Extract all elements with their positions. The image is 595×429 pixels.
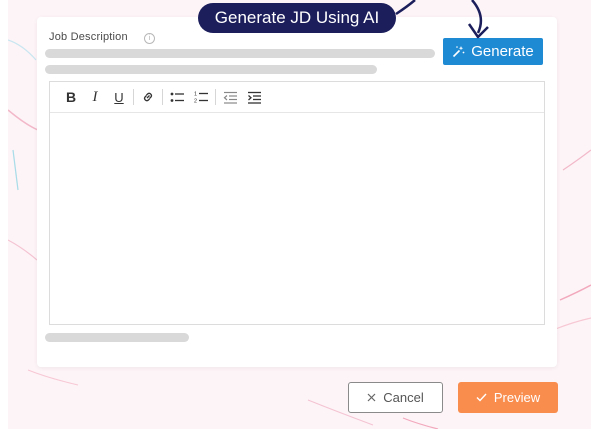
check-icon: [476, 390, 487, 405]
editor-toolbar: B I U 1 2: [50, 82, 544, 113]
info-icon: i: [144, 33, 155, 44]
cancel-button-label: Cancel: [383, 390, 424, 405]
loading-placeholder: [45, 333, 189, 342]
toolbar-divider: [215, 89, 216, 105]
generate-button-label: Generate: [471, 43, 534, 60]
rich-text-editor: B I U 1 2: [49, 81, 545, 325]
toolbar-divider: [162, 89, 163, 105]
bullet-list-icon: [170, 91, 185, 104]
svg-text:2: 2: [194, 99, 197, 105]
toolbar-divider: [133, 89, 134, 105]
link-button[interactable]: [136, 86, 160, 108]
bold-button[interactable]: B: [59, 86, 83, 108]
cancel-button[interactable]: Cancel: [348, 382, 443, 413]
loading-placeholder: [45, 65, 377, 74]
indent-icon: [247, 91, 262, 104]
preview-button[interactable]: Preview: [458, 382, 558, 413]
indent-button[interactable]: [242, 86, 266, 108]
job-description-label: Job Description: [49, 31, 128, 43]
job-description-card: Job Description i Generate B I U 1 2: [37, 17, 557, 367]
bullet-list-button[interactable]: [165, 86, 189, 108]
outdent-button[interactable]: [218, 86, 242, 108]
numbered-list-button[interactable]: 1 2: [189, 86, 213, 108]
close-icon: [367, 390, 376, 405]
underline-button[interactable]: U: [107, 86, 131, 108]
ai-generate-callout: Generate JD Using AI: [198, 3, 396, 33]
italic-button[interactable]: I: [83, 86, 107, 108]
link-icon: [141, 90, 155, 104]
loading-placeholder: [45, 49, 435, 58]
editor-content-area[interactable]: [50, 113, 544, 324]
preview-button-label: Preview: [493, 390, 541, 405]
magic-wand-icon: [452, 45, 465, 58]
curved-arrow-icon: [395, 0, 489, 39]
svg-text:1: 1: [194, 92, 197, 98]
outdent-icon: [223, 91, 238, 104]
numbered-list-icon: 1 2: [194, 90, 209, 104]
